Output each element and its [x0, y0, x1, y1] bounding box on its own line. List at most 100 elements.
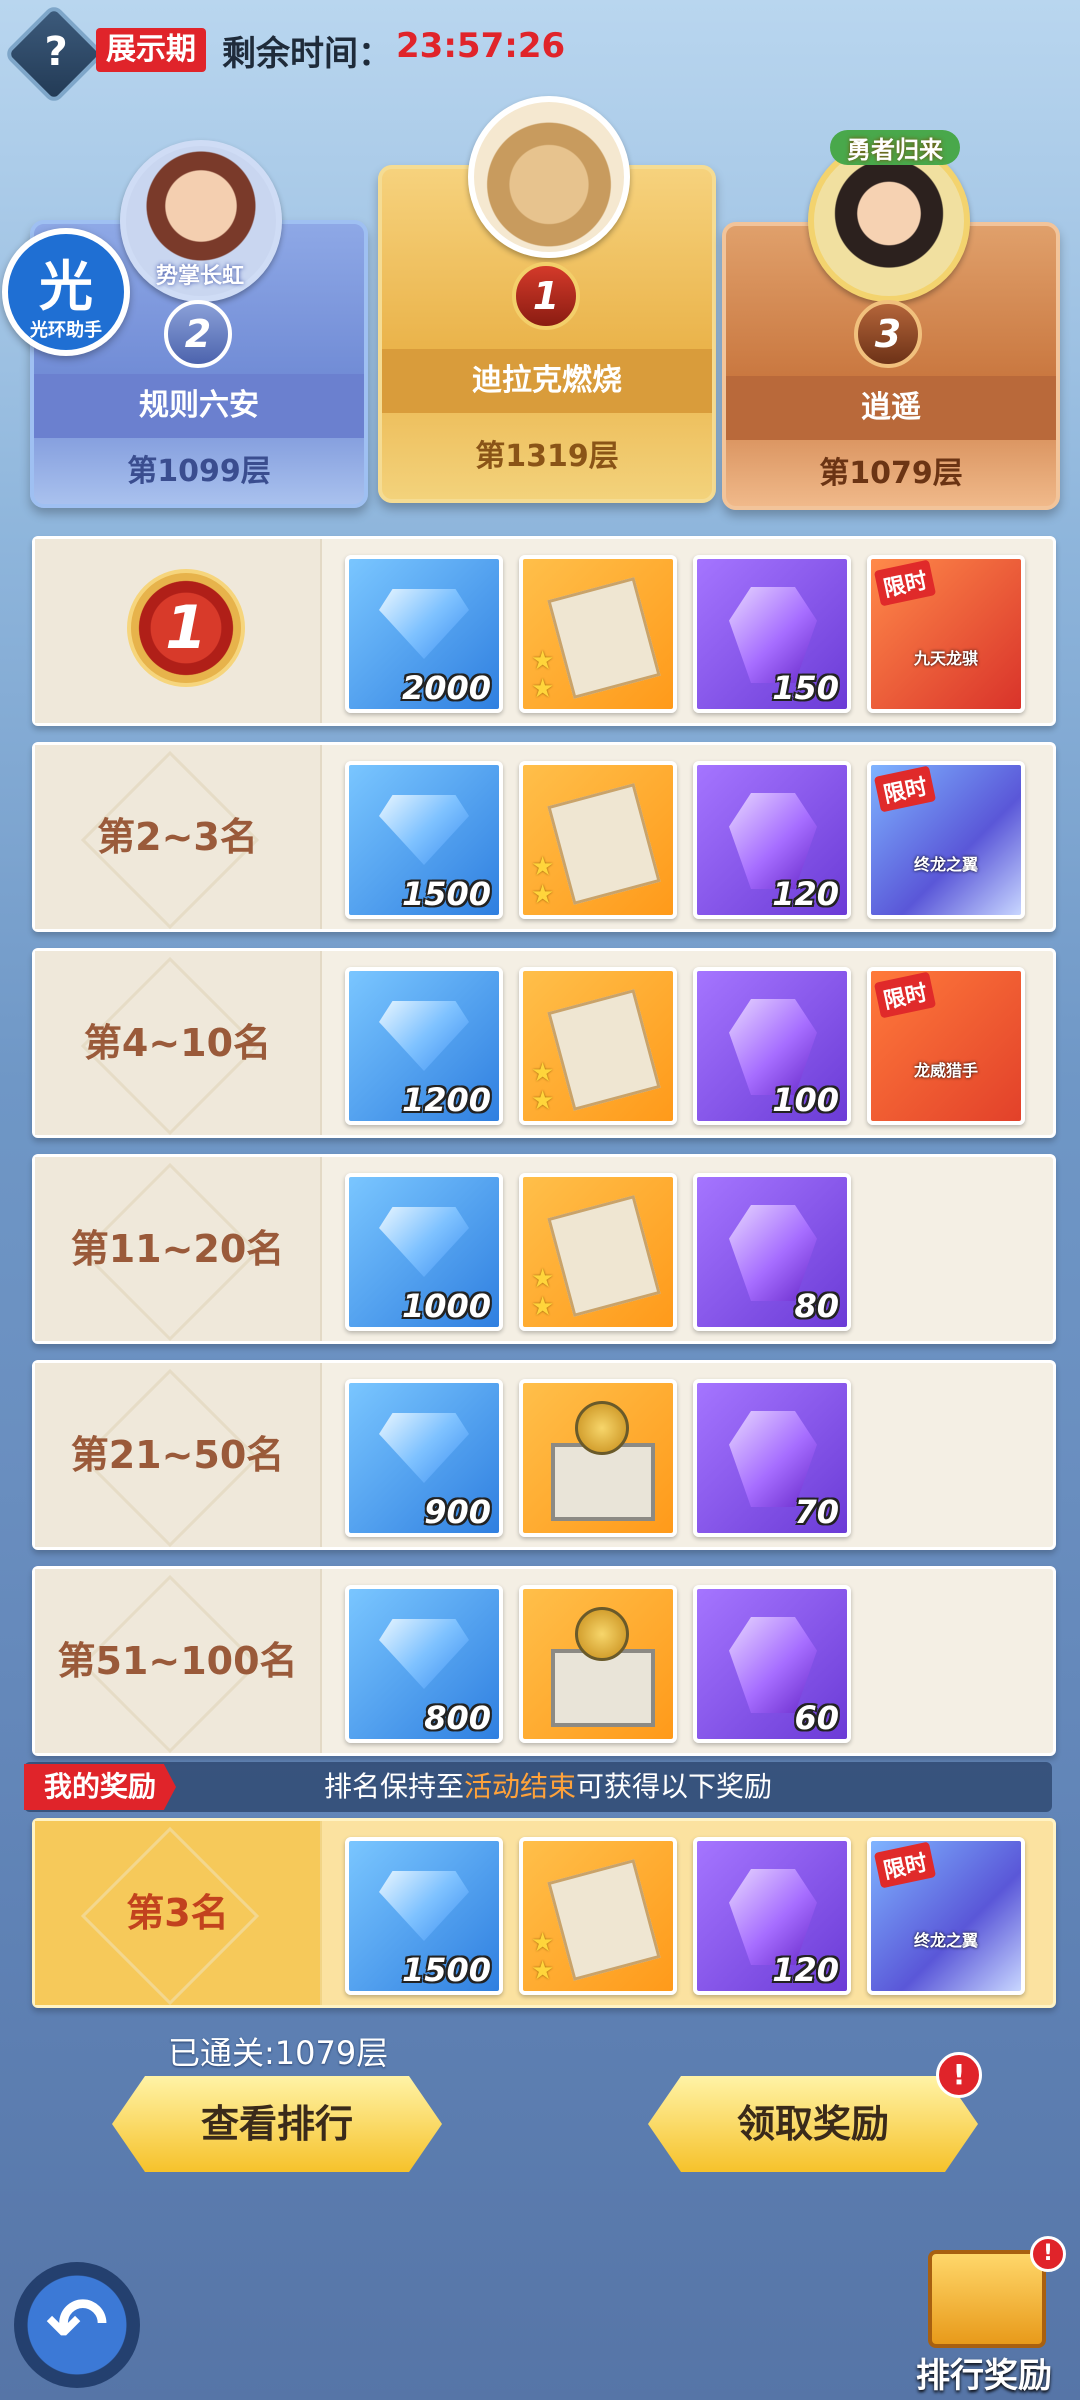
alert-icon: ! [936, 2052, 982, 2098]
purple-gem-reward[interactable]: 60 [693, 1585, 851, 1743]
scroll-reward[interactable]: ★ ★ [519, 1173, 677, 1331]
reward-row: 第2~3名 1500 ★ ★ 120 限时 终龙之翼 [32, 742, 1056, 932]
note-text: 排名保持至 [324, 1770, 465, 1803]
item-quantity: 1000 [401, 1287, 491, 1325]
rank-range-label: 第4~10名 [83, 1021, 272, 1065]
diamond-icon [379, 1207, 469, 1277]
ranking-reward-label: 排行奖励 [916, 2356, 1052, 2396]
scroll-reward[interactable]: ★ ★ [519, 555, 677, 713]
chest-reward[interactable] [519, 1585, 677, 1743]
my-reward-row: 第3名 1500 ★ ★ 120 限时 终龙之翼 [32, 1818, 1056, 2008]
rank-range-label: 第2~3名 [97, 815, 258, 859]
star-icon: ★ ★ [531, 646, 555, 704]
limited-title: 终龙之翼 [913, 1931, 978, 1950]
rank-cell: 第2~3名 [35, 745, 322, 930]
rank-range-label: 第21~50名 [70, 1433, 285, 1477]
limited-reward[interactable]: 限时 龙威猎手 [867, 967, 1025, 1125]
question-mark-icon: ? [44, 28, 68, 75]
rank-range-label: 第11~20名 [70, 1227, 285, 1271]
rank-cell: 第21~50名 [35, 1363, 322, 1548]
diamond-icon [379, 1871, 469, 1941]
limited-tag: 限时 [873, 971, 937, 1019]
my-rewards-note: 排名保持至活动结束可获得以下奖励 [324, 1762, 772, 1812]
item-quantity: 1500 [401, 1951, 491, 1989]
limited-title: 终龙之翼 [913, 855, 978, 874]
assistant-button[interactable]: 光 光环助手 [2, 228, 130, 356]
diamond-icon [379, 1619, 469, 1689]
item-quantity: 1200 [401, 1081, 491, 1119]
reward-row: 第51~100名 800 60 [32, 1566, 1056, 1756]
limited-reward[interactable]: 限时 九天龙骐 [867, 555, 1025, 713]
player-floor: 第1319层 [475, 439, 619, 474]
player-name: 规则六安 [34, 374, 364, 438]
item-quantity: 1500 [401, 875, 491, 913]
player-avatar[interactable] [468, 96, 630, 258]
scroll-icon [547, 989, 661, 1111]
diamond-reward[interactable]: 900 [345, 1379, 503, 1537]
player-name: 迪拉克燃烧 [382, 349, 712, 413]
rank-cell: 1 [35, 539, 322, 723]
orb-icon [575, 1607, 629, 1661]
star-icon: ★ ★ [531, 1928, 555, 1986]
item-quantity: 150 [772, 669, 839, 707]
back-arrow-icon: ↶ [45, 2282, 108, 2368]
purple-gem-reward[interactable]: 120 [693, 1837, 851, 1995]
rank-range-label: 第51~100名 [57, 1639, 298, 1683]
scroll-icon [547, 1859, 661, 1981]
star-icon: ★ ★ [531, 1058, 555, 1116]
scroll-reward[interactable]: ★ ★ [519, 967, 677, 1125]
note-highlight: 活动结束 [464, 1770, 577, 1803]
player-floor: 第1099层 [127, 454, 271, 489]
item-quantity: 120 [772, 875, 839, 913]
my-rewards-header: 我的奖励 排名保持至活动结束可获得以下奖励 [24, 1762, 1052, 1812]
view-ranking-button[interactable]: 查看排行 [112, 2076, 442, 2172]
rank-cell: 第4~10名 [35, 951, 322, 1136]
reward-row: 第4~10名 1200 ★ ★ 100 限时 龙威猎手 [32, 948, 1056, 1138]
rank-medal-icon: 3 [854, 300, 922, 368]
diamond-reward[interactable]: 1000 [345, 1173, 503, 1331]
item-quantity: 120 [772, 1951, 839, 1989]
diamond-reward[interactable]: 1500 [345, 1837, 503, 1995]
diamond-reward[interactable]: 800 [345, 1585, 503, 1743]
diamond-reward[interactable]: 2000 [345, 555, 503, 713]
claim-reward-button[interactable]: 领取奖励 [648, 2076, 978, 2172]
rank-medal-icon: 1 [512, 262, 580, 330]
rank-cell: 第3名 [35, 1821, 322, 2006]
assistant-label: 光环助手 [30, 320, 102, 341]
limited-reward[interactable]: 限时 终龙之翼 [867, 761, 1025, 919]
scroll-reward[interactable]: ★ ★ [519, 1837, 677, 1995]
item-quantity: 800 [424, 1699, 491, 1737]
limited-reward[interactable]: 限时 终龙之翼 [867, 1837, 1025, 1995]
diamond-icon [379, 1001, 469, 1071]
diamond-reward[interactable]: 1500 [345, 761, 503, 919]
chest-reward[interactable] [519, 1379, 677, 1537]
item-quantity: 70 [794, 1493, 839, 1531]
item-quantity: 2000 [401, 669, 491, 707]
purple-gem-reward[interactable]: 120 [693, 761, 851, 919]
help-button[interactable]: ? [3, 3, 105, 105]
diamond-icon [379, 795, 469, 865]
assistant-logo: 光 [39, 255, 93, 318]
guild-tag: 勇者归来 [830, 130, 960, 165]
rank-medal-icon: 2 [164, 300, 232, 368]
item-quantity: 80 [794, 1287, 839, 1325]
rank-1-medal-icon: 1 [127, 569, 245, 687]
my-rewards-tag: 我的奖励 [24, 1764, 177, 1810]
diamond-reward[interactable]: 1200 [345, 967, 503, 1125]
purple-gem-reward[interactable]: 150 [693, 555, 851, 713]
diamond-icon [379, 589, 469, 659]
back-button[interactable]: ↶ [14, 2262, 140, 2388]
orb-icon [575, 1401, 629, 1455]
player-name: 逍遥 [726, 376, 1056, 440]
purple-gem-reward[interactable]: 80 [693, 1173, 851, 1331]
phase-badge: 展示期 [96, 28, 206, 72]
scroll-icon [547, 1195, 661, 1317]
scroll-icon [547, 783, 661, 905]
purple-gem-reward[interactable]: 100 [693, 967, 851, 1125]
reward-row: 第11~20名 1000 ★ ★ 80 [32, 1154, 1056, 1344]
purple-gem-reward[interactable]: 70 [693, 1379, 851, 1537]
reward-row: 1 2000 ★ ★ 150 限时 九天龙骐 [32, 536, 1056, 726]
item-quantity: 60 [794, 1699, 839, 1737]
star-icon: ★ ★ [531, 852, 555, 910]
scroll-reward[interactable]: ★ ★ [519, 761, 677, 919]
